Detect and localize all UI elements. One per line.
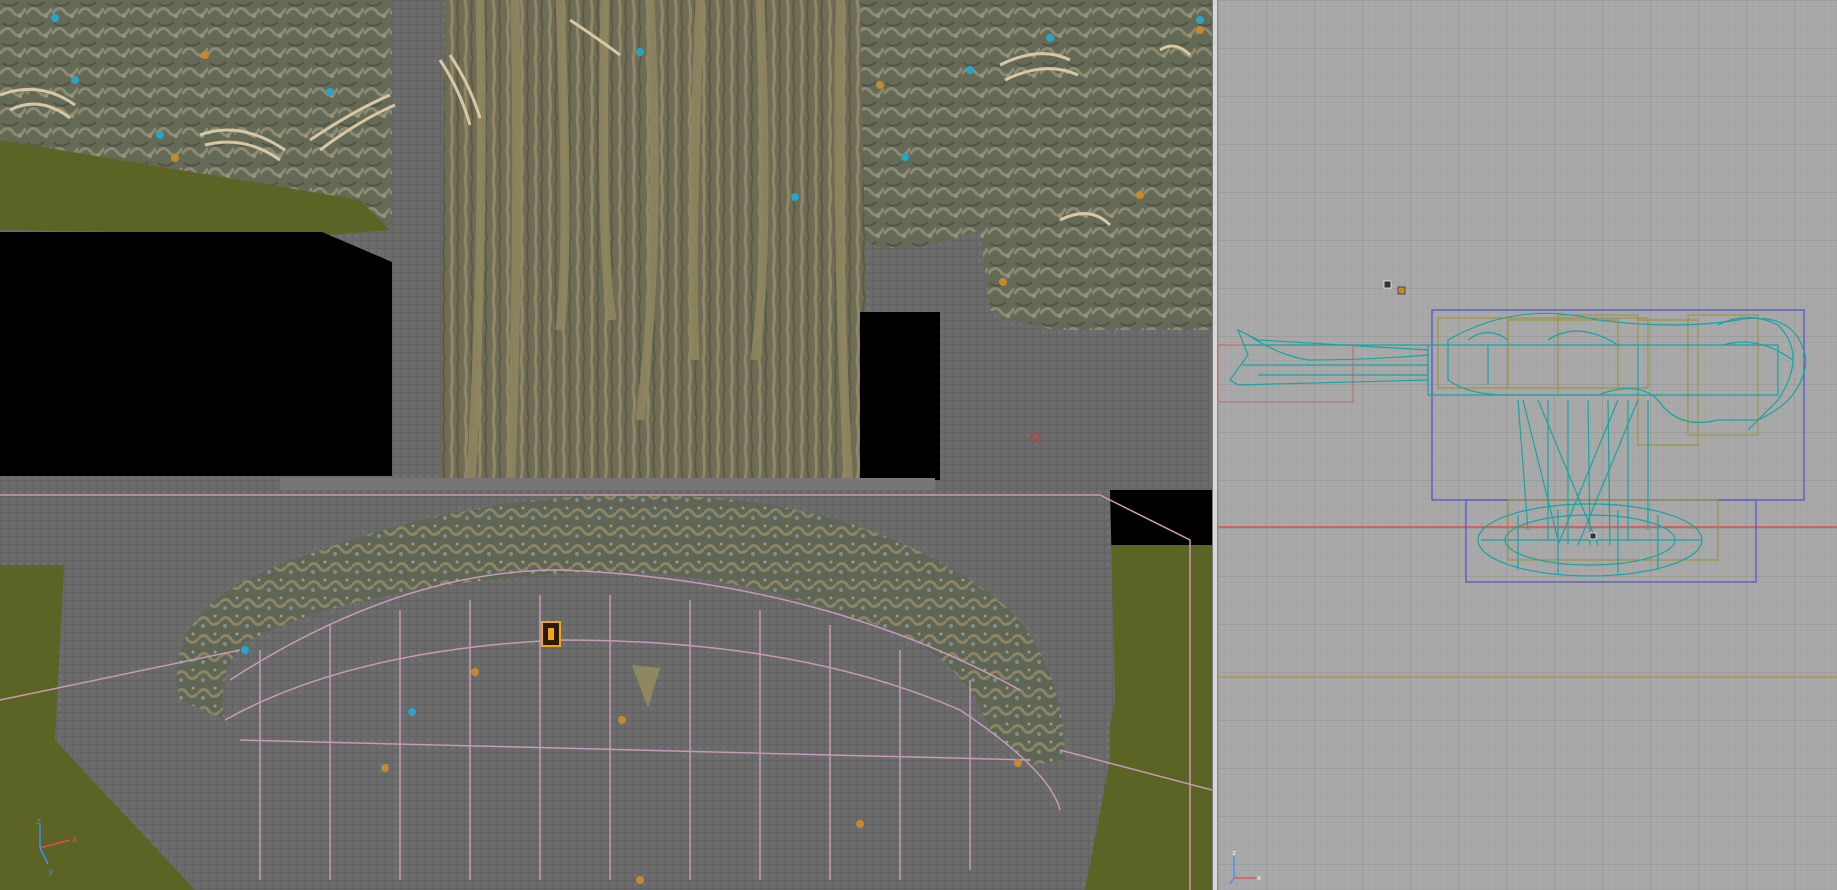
stone-wall-right	[940, 330, 1212, 490]
void-left	[0, 232, 392, 476]
top-scene	[1218, 0, 1837, 890]
top-viewport[interactable]: z x	[1218, 0, 1837, 890]
void-center-right	[860, 312, 940, 480]
perspective-viewport[interactable]: z x y	[0, 0, 1212, 890]
void-right	[1110, 490, 1212, 546]
sound-icon[interactable]	[1383, 280, 1392, 289]
player-start-icon[interactable]	[1589, 532, 1597, 540]
rock-ledge-right	[990, 50, 1212, 323]
grid-background	[1218, 0, 1837, 890]
level-editor: z x y z x	[0, 0, 1837, 890]
platform-lip	[280, 478, 935, 490]
player-start-icon[interactable]	[541, 621, 561, 647]
perspective-scene	[0, 0, 1212, 890]
light-icon[interactable]	[1397, 286, 1406, 295]
